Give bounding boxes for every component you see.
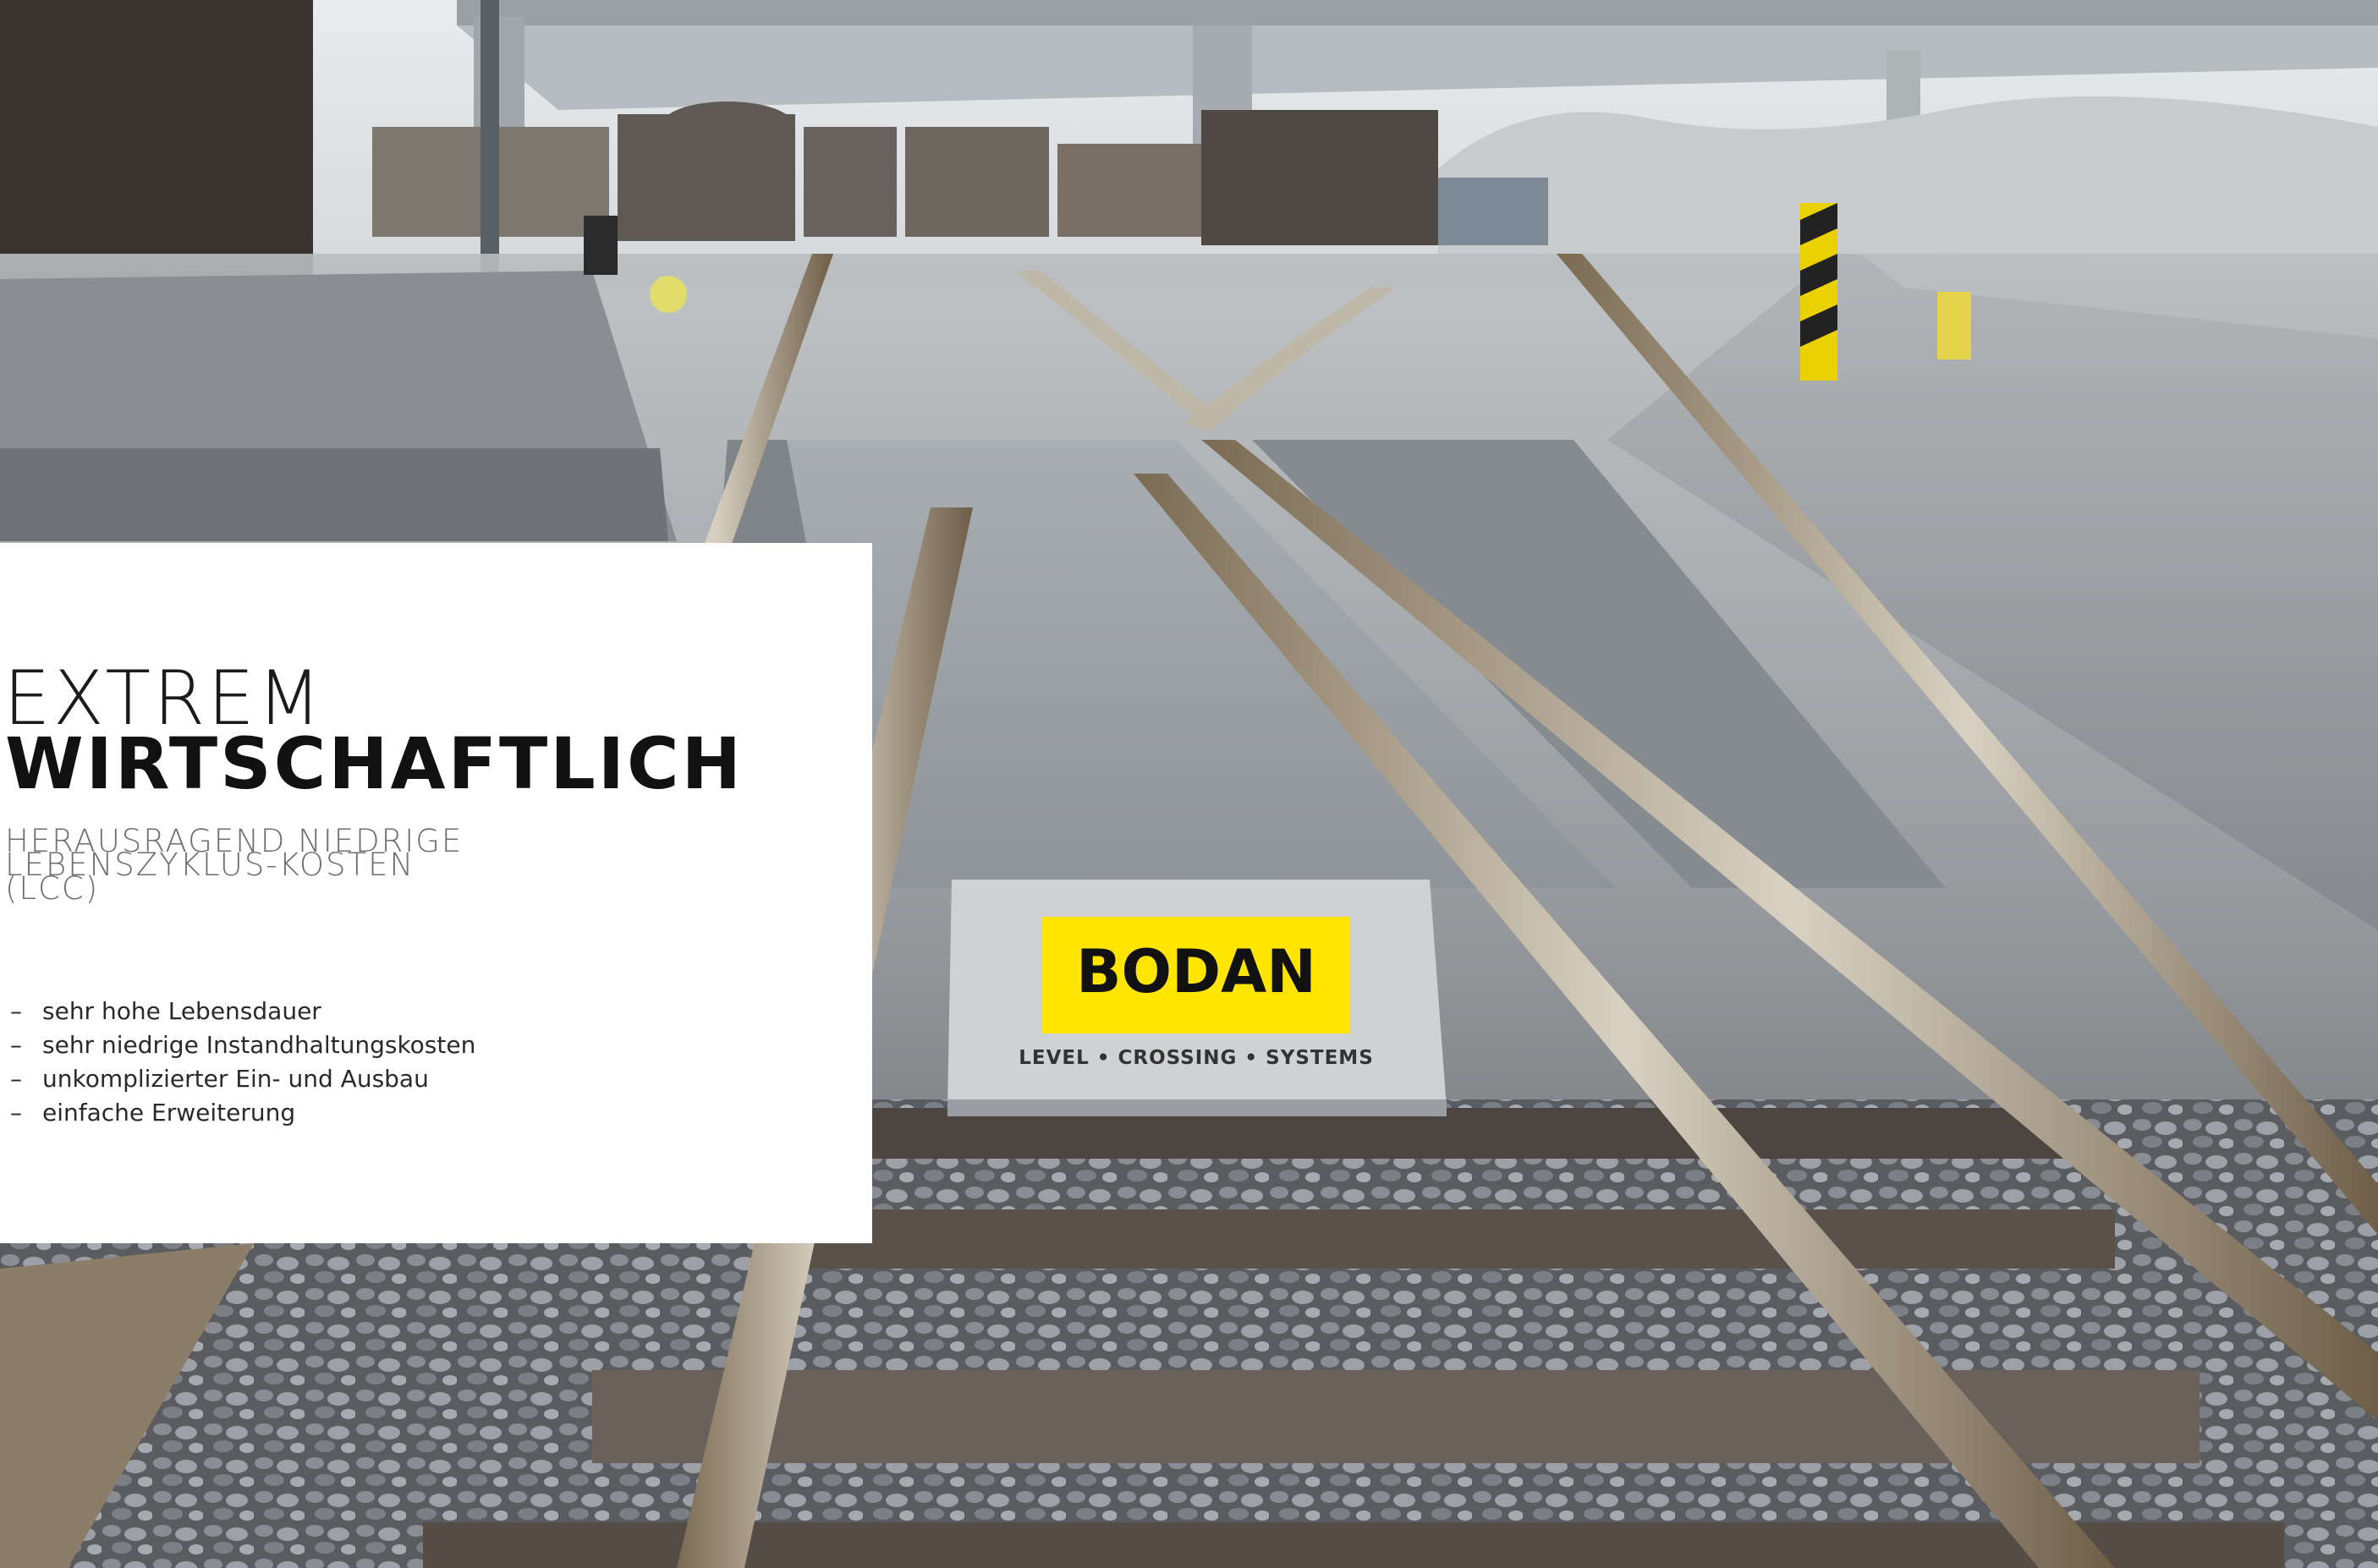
list-item: – unkomplizierter Ein- und Ausbau bbox=[10, 1062, 475, 1096]
subheadline-line: (LCC) bbox=[5, 870, 100, 907]
list-item-text: einfache Erweiterung bbox=[42, 1099, 296, 1127]
bodan-logo-text: BODAN bbox=[1076, 937, 1316, 1006]
bullet-dash: – bbox=[10, 1031, 22, 1059]
bodan-tagline: LEVEL • CROSSING • SYSTEMS bbox=[1019, 1047, 1374, 1069]
bullet-dash: – bbox=[10, 1099, 22, 1127]
list-item: – einfache Erweiterung bbox=[10, 1096, 475, 1130]
list-item-text: sehr hohe Lebensdauer bbox=[42, 997, 321, 1025]
list-item-text: unkomplizierter Ein- und Ausbau bbox=[42, 1065, 429, 1093]
bullet-list: – sehr hohe Lebensdauer – sehr niedrige In… bbox=[10, 995, 475, 1130]
list-item-text: sehr niedrige Instandhaltungskosten bbox=[42, 1031, 476, 1059]
list-item: – sehr niedrige Instandhaltungskosten bbox=[10, 1028, 475, 1062]
headline-bold: WIRTSCHAFTLICH bbox=[5, 722, 744, 805]
list-item: – sehr hohe Lebensdauer bbox=[10, 995, 475, 1028]
text-panel: EXTREM WIRTSCHAFTLICH HERAUSRAGEND NIEDR… bbox=[0, 543, 872, 1243]
bullet-dash: – bbox=[10, 997, 22, 1025]
bullet-dash: – bbox=[10, 1065, 22, 1093]
